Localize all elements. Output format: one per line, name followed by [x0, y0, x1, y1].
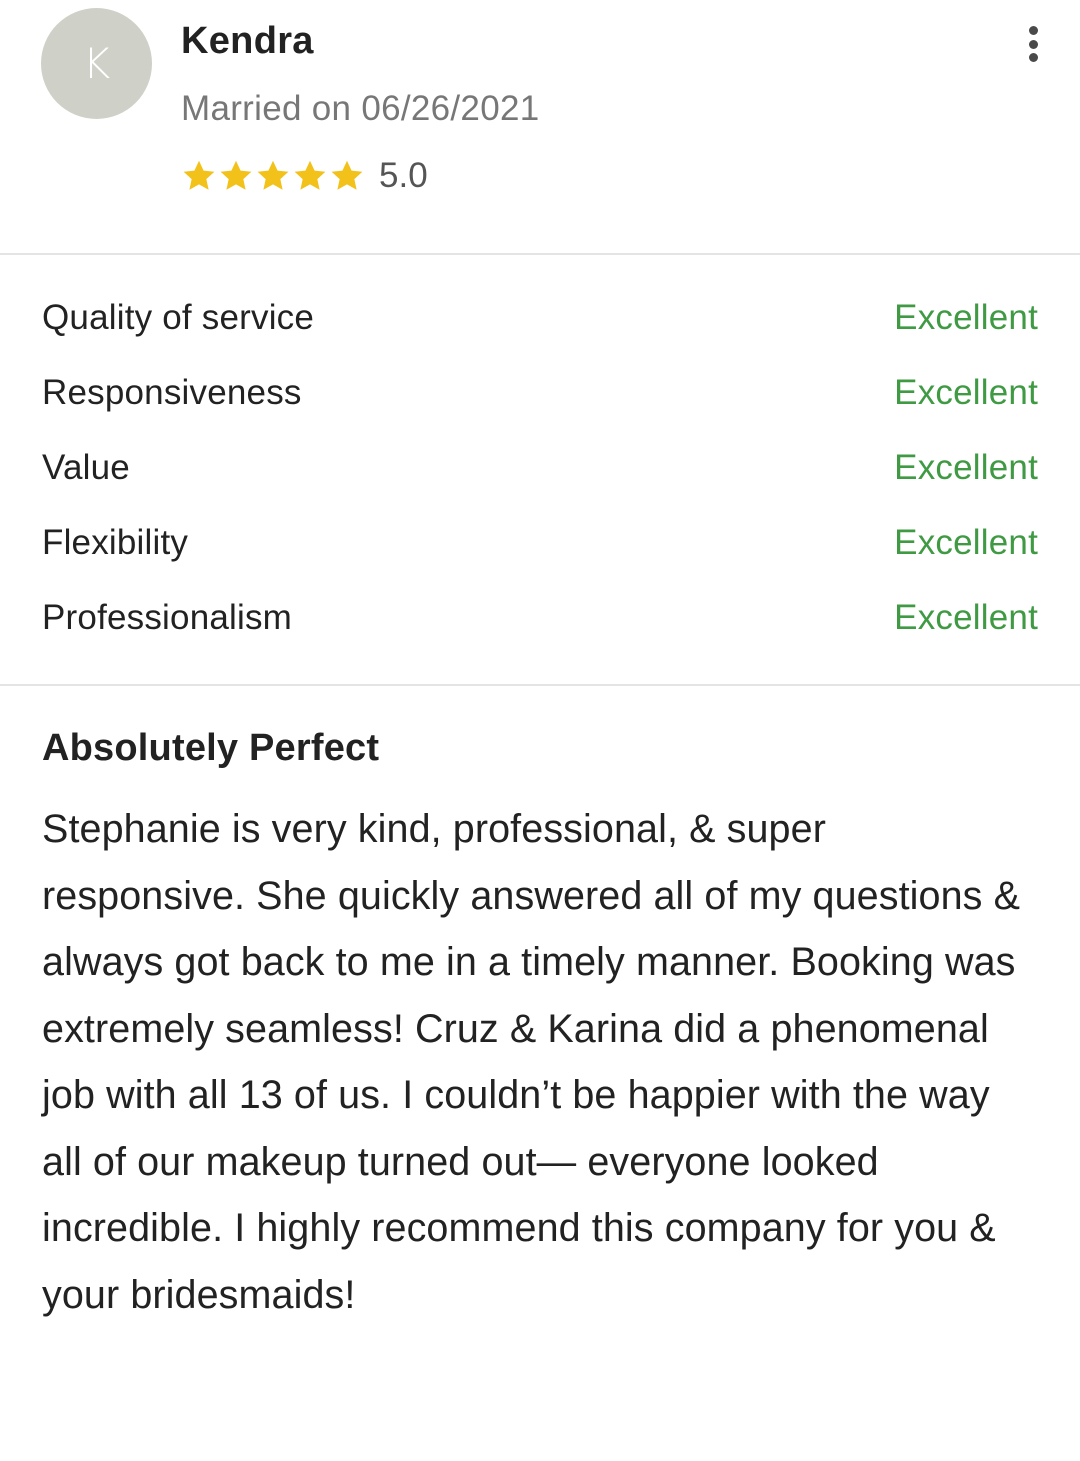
- rating-criterion: Quality of service: [42, 297, 315, 337]
- review-header: K Kendra Married on 06/26/2021 5.0: [0, 0, 1080, 253]
- more-options-button[interactable]: [1016, 22, 1050, 66]
- married-date: Married on 06/26/2021: [181, 89, 540, 128]
- more-vertical-icon: [1028, 39, 1038, 49]
- star-rating: [181, 158, 365, 194]
- divider: [0, 253, 1080, 255]
- rating-score: Excellent: [894, 297, 1038, 337]
- rating-row: Quality of service Excellent: [42, 280, 1038, 355]
- rating-score: Excellent: [894, 447, 1038, 487]
- star-icon: [255, 158, 291, 194]
- avatar[interactable]: K: [41, 8, 152, 119]
- rating-row: Flexibility Excellent: [42, 505, 1038, 580]
- rating-score: Excellent: [894, 597, 1038, 637]
- more-vertical-icon: [1028, 26, 1038, 35]
- rating-value: 5.0: [379, 156, 428, 195]
- star-icon: [329, 158, 365, 194]
- overall-rating: 5.0: [181, 154, 428, 198]
- rating-score: Excellent: [894, 372, 1038, 412]
- rating-criterion: Professionalism: [42, 597, 293, 637]
- rating-breakdown: Quality of service Excellent Responsiven…: [42, 280, 1038, 655]
- rating-criterion: Responsiveness: [42, 372, 302, 412]
- rating-row: Responsiveness Excellent: [42, 355, 1038, 430]
- review-content: Absolutely Perfect Stephanie is very kin…: [42, 722, 1038, 1328]
- rating-row: Professionalism Excellent: [42, 580, 1038, 655]
- star-icon: [292, 158, 328, 194]
- avatar-initial: K: [82, 39, 111, 88]
- rating-criterion: Value: [42, 447, 130, 487]
- more-vertical-icon: [1028, 53, 1038, 62]
- reviewer-name: Kendra: [181, 20, 314, 62]
- rating-row: Value Excellent: [42, 430, 1038, 505]
- review-body: Stephanie is very kind, professional, & …: [42, 807, 1021, 1317]
- review-title: Absolutely Perfect: [42, 727, 380, 769]
- star-icon: [218, 158, 254, 194]
- star-icon: [181, 158, 217, 194]
- rating-score: Excellent: [894, 522, 1038, 562]
- rating-criterion: Flexibility: [42, 522, 189, 562]
- divider: [0, 684, 1080, 686]
